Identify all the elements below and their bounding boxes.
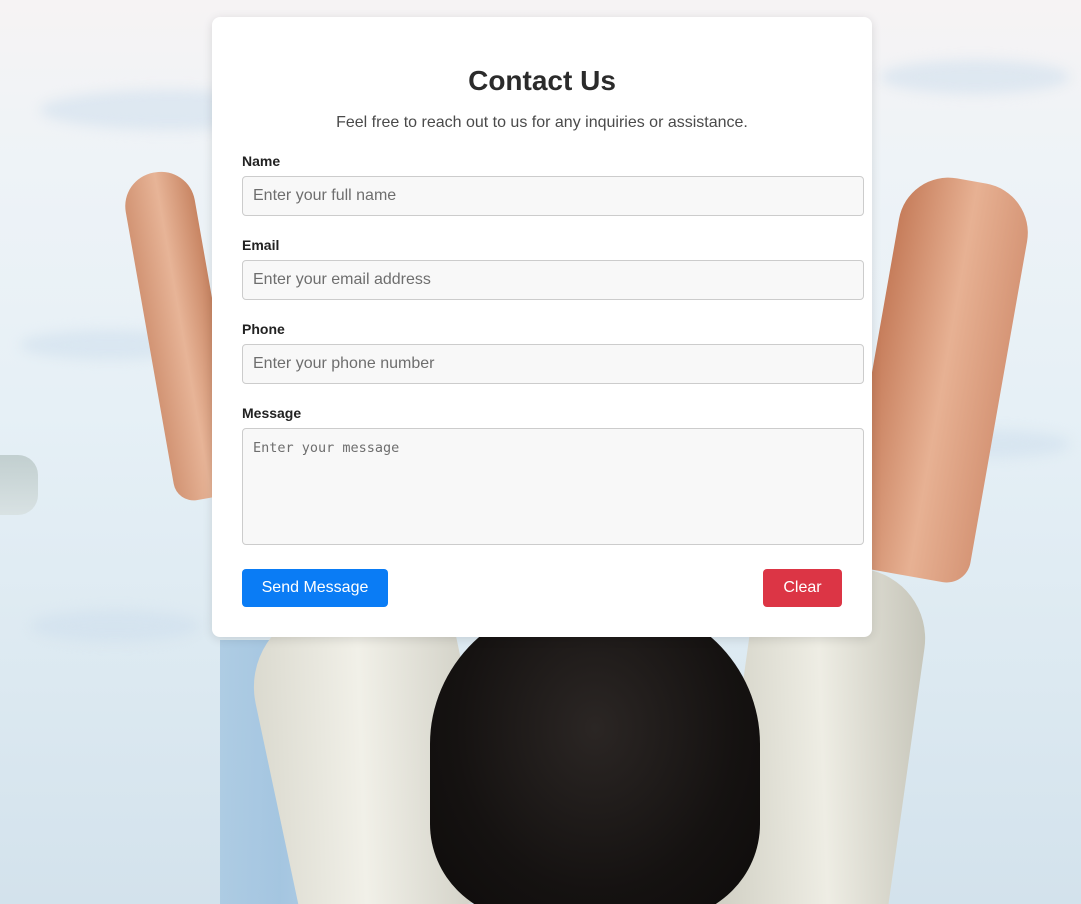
name-input[interactable] [242, 176, 864, 216]
page-subtitle: Feel free to reach out to us for any inq… [336, 114, 748, 131]
page-title: Contact Us [468, 65, 616, 96]
send-message-button[interactable]: Send Message [242, 569, 388, 607]
phone-label: Phone [242, 321, 285, 337]
person-hair [430, 600, 760, 904]
email-input[interactable] [242, 260, 864, 300]
message-label: Message [242, 405, 302, 421]
name-label: Name [242, 153, 281, 169]
clear-button[interactable]: Clear [763, 569, 842, 607]
email-label: Email [242, 237, 280, 253]
message-textarea[interactable] [242, 428, 864, 545]
contact-form-card: Contact Us Feel free to reach out to us … [212, 17, 872, 637]
phone-input[interactable] [242, 344, 864, 384]
background-structure [0, 455, 38, 515]
